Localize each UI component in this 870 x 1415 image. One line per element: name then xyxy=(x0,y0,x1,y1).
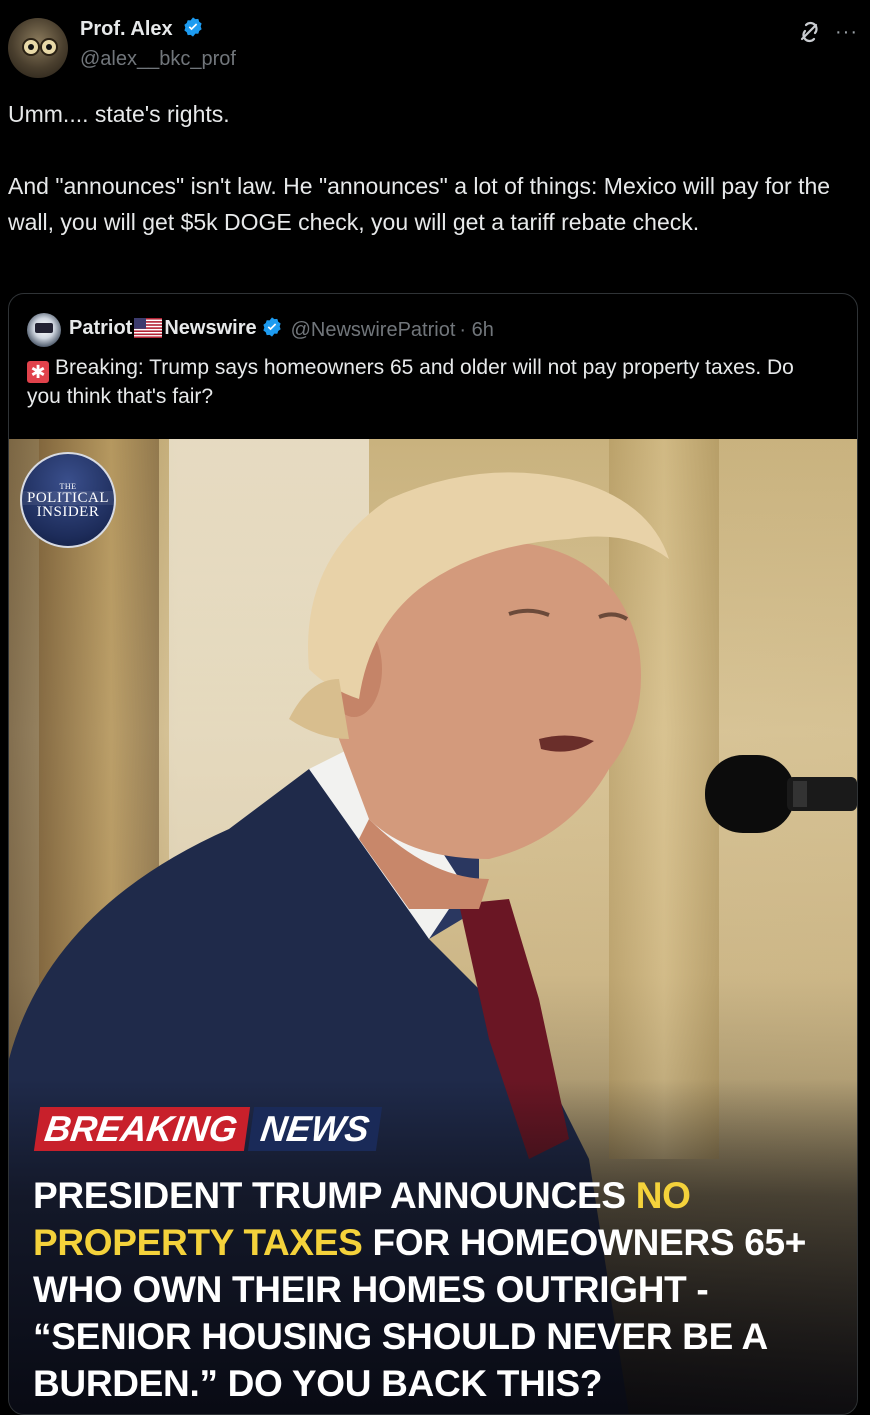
headline-part1: PRESIDENT TRUMP ANNOUNCES xyxy=(33,1175,636,1216)
breaking-label: BREAKING xyxy=(33,1107,251,1151)
quoted-author-name-part2: Newswire xyxy=(164,316,257,339)
more-icon[interactable]: ··· xyxy=(835,21,858,44)
badge-text-insider: INSIDER xyxy=(36,503,100,520)
verified-badge-icon xyxy=(182,16,204,44)
quoted-post-time[interactable]: · 6h xyxy=(459,319,493,342)
author-handle[interactable]: @alex__bkc_prof xyxy=(80,48,236,71)
badge-text-political: POLITICAL xyxy=(22,490,114,505)
quoted-post-header: Patriot Newswire @NewswirePatriot · 6h xyxy=(27,313,494,347)
post-header: Prof. Alex @alex__bkc_prof ··· xyxy=(8,14,858,78)
avatar-owl-eye-left xyxy=(22,38,40,56)
news-label: NEWS xyxy=(247,1107,383,1151)
post-text-line1: Umm.... state's rights. xyxy=(8,101,230,127)
quoted-post-text: Breaking: Trump says homeowners 65 and o… xyxy=(27,356,794,408)
avatar-owl-eye-right xyxy=(40,38,58,56)
image-headline: PRESIDENT TRUMP ANNOUNCES NO PROPERTY TA… xyxy=(33,1172,833,1407)
quoted-verified-badge-icon xyxy=(261,316,283,344)
quoted-author-handle[interactable]: @NewswirePatriot xyxy=(291,319,456,342)
microphone xyxy=(705,755,857,833)
political-insider-logo: THE POLITICAL INSIDER xyxy=(20,452,116,548)
post-text-line2: And "announces" isn't law. He "announces… xyxy=(8,173,831,235)
quoted-post-image[interactable]: THE POLITICAL INSIDER BREAKING NEWS PRES… xyxy=(9,439,857,1414)
quoted-author-avatar[interactable] xyxy=(27,313,61,347)
author-avatar[interactable] xyxy=(8,18,68,78)
quoted-author-name-part1: Patriot xyxy=(69,316,133,339)
quoted-post-card[interactable]: Patriot Newswire @NewswirePatriot · 6h ✱ B… xyxy=(8,293,858,1415)
quoted-author-name[interactable]: Patriot Newswire xyxy=(69,317,257,344)
quoted-post-text-row: ✱ Breaking: Trump says homeowners 65 and … xyxy=(27,354,827,411)
author-name[interactable]: Prof. Alex xyxy=(80,18,173,40)
breaking-news-banner: BREAKING NEWS xyxy=(33,1107,383,1151)
grok-icon[interactable] xyxy=(797,20,823,44)
header-actions: ··· xyxy=(797,20,858,44)
author-name-row[interactable]: Prof. Alex xyxy=(80,16,204,44)
post-body: Umm.... state's rights. And "announces" … xyxy=(8,96,853,240)
siren-icon: ✱ xyxy=(27,361,49,383)
us-flag-icon xyxy=(134,317,163,344)
